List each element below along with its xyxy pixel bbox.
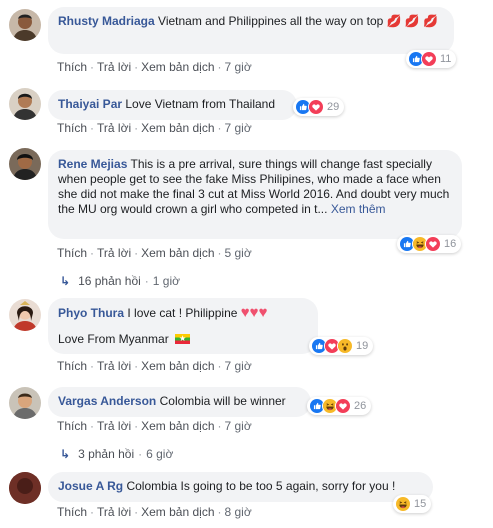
see-more-link[interactable]: Xem thêm bbox=[331, 202, 386, 216]
translate-link[interactable]: Xem bản dịch bbox=[141, 359, 214, 373]
view-replies-link[interactable]: ↳ 16 phản hồi · 1 giờ bbox=[60, 274, 180, 288]
heart-emoji-icon: ♥♥♥ bbox=[240, 304, 268, 321]
comment-time[interactable]: 7 giờ bbox=[225, 60, 252, 74]
reaction-summary[interactable]: 11 bbox=[406, 50, 457, 68]
like-link[interactable]: Thích bbox=[57, 246, 87, 260]
reaction-count: 11 bbox=[440, 53, 452, 65]
reaction-count: 26 bbox=[354, 400, 367, 412]
translate-link[interactable]: Xem bản dịch bbox=[141, 60, 214, 74]
comment-time[interactable]: 8 giờ bbox=[225, 505, 252, 519]
comment-author[interactable]: Rhusty Madriaga bbox=[58, 14, 155, 28]
like-link[interactable]: Thích bbox=[57, 419, 87, 433]
myanmar-flag-icon: ★ bbox=[175, 334, 191, 344]
comment-author[interactable]: Phyo Thura bbox=[58, 306, 124, 320]
avatar[interactable] bbox=[9, 88, 41, 120]
replies-time: 6 giờ bbox=[146, 447, 174, 461]
replies-count[interactable]: 3 phản hồi bbox=[78, 447, 134, 461]
comment-time[interactable]: 7 giờ bbox=[225, 121, 252, 135]
replies-count[interactable]: 16 phản hồi bbox=[78, 274, 141, 288]
comment-actions: Thích · Trả lời · Xem bản dịch · 7 giờ bbox=[57, 419, 252, 433]
comment-author[interactable]: Vargas Anderson bbox=[58, 394, 156, 408]
avatar[interactable] bbox=[9, 299, 41, 331]
love-icon bbox=[425, 236, 441, 252]
comment-time[interactable]: 7 giờ bbox=[225, 359, 252, 373]
comment-bubble: Phyo Thura I love cat ! Philippine ♥♥♥ L… bbox=[48, 298, 318, 354]
comment-text: Colombia will be winner bbox=[159, 394, 286, 408]
view-replies-link[interactable]: ↳ 3 phản hồi · 6 giờ bbox=[60, 447, 173, 461]
reply-link[interactable]: Trả lời bbox=[97, 246, 131, 260]
comment-actions: Thích · Trả lời · Xem bản dịch · 7 giờ bbox=[57, 121, 252, 135]
reply-arrow-icon: ↳ bbox=[60, 274, 71, 288]
comment-actions: Thích · Trả lời · Xem bản dịch · 7 giờ bbox=[57, 60, 252, 74]
like-link[interactable]: Thích bbox=[57, 121, 87, 135]
comment-text: I love cat ! Philippine bbox=[127, 306, 238, 320]
comment-author[interactable]: Rene Mejias bbox=[58, 157, 127, 171]
reply-link[interactable]: Trả lời bbox=[97, 419, 131, 433]
reply-link[interactable]: Trả lời bbox=[97, 359, 131, 373]
reaction-count: 15 bbox=[414, 498, 427, 510]
comment-text: Love Vietnam from Thailand bbox=[125, 97, 276, 111]
comment-text: Vietnam and Philippines all the way on t… bbox=[158, 14, 439, 28]
avatar[interactable] bbox=[9, 387, 41, 419]
comment-author[interactable]: Thaiyai Par bbox=[58, 97, 122, 111]
comment-bubble: Josue A Rg Colombia Is going to be too 5… bbox=[48, 472, 433, 502]
love-icon bbox=[335, 398, 351, 414]
avatar[interactable] bbox=[9, 9, 41, 41]
comment-actions: Thích · Trả lời · Xem bản dịch · 8 giờ bbox=[57, 505, 252, 519]
reply-link[interactable]: Trả lời bbox=[97, 121, 131, 135]
comment-actions: Thích · Trả lời · Xem bản dịch · 5 giờ bbox=[57, 246, 252, 260]
translate-link[interactable]: Xem bản dịch bbox=[141, 505, 214, 519]
reaction-summary[interactable]: 15 bbox=[393, 495, 432, 513]
comment-text: Colombia Is going to be too 5 again, sor… bbox=[126, 479, 396, 493]
comment-bubble: Rene Mejias This is a pre arrival, sure … bbox=[48, 150, 462, 239]
comment-bubble: Thaiyai Par Love Vietnam from Thailand bbox=[48, 90, 297, 120]
translate-link[interactable]: Xem bản dịch bbox=[141, 121, 214, 135]
like-link[interactable]: Thích bbox=[57, 60, 87, 74]
comment-time[interactable]: 5 giờ bbox=[225, 246, 252, 260]
reaction-summary[interactable]: 29 bbox=[293, 98, 345, 116]
reaction-count: 29 bbox=[327, 101, 340, 113]
translate-link[interactable]: Xem bản dịch bbox=[141, 246, 214, 260]
avatar[interactable] bbox=[9, 148, 41, 180]
reply-link[interactable]: Trả lời bbox=[97, 60, 131, 74]
reaction-count: 19 bbox=[356, 340, 369, 352]
comment-actions: Thích · Trả lời · Xem bản dịch · 7 giờ bbox=[57, 359, 252, 373]
like-link[interactable]: Thích bbox=[57, 505, 87, 519]
comment-bubble: Rhusty Madriaga Vietnam and Philippines … bbox=[48, 7, 454, 54]
replies-time: 1 giờ bbox=[152, 274, 181, 288]
translate-link[interactable]: Xem bản dịch bbox=[141, 419, 214, 433]
love-icon bbox=[308, 99, 324, 115]
reply-link[interactable]: Trả lời bbox=[97, 505, 131, 519]
haha-icon bbox=[395, 496, 411, 512]
reaction-summary[interactable]: 26 bbox=[307, 397, 372, 415]
reaction-summary[interactable]: 19 bbox=[309, 337, 374, 355]
reaction-count: 16 bbox=[444, 238, 457, 250]
comment-text-line2: Love From Myanmar bbox=[58, 332, 169, 346]
wow-icon bbox=[337, 338, 353, 354]
like-link[interactable]: Thích bbox=[57, 359, 87, 373]
comment-author[interactable]: Josue A Rg bbox=[58, 479, 123, 493]
comment-bubble: Vargas Anderson Colombia will be winner bbox=[48, 387, 311, 417]
love-icon bbox=[421, 51, 437, 67]
reply-arrow-icon: ↳ bbox=[60, 447, 71, 461]
reaction-summary[interactable]: 16 bbox=[397, 235, 462, 253]
comment-time[interactable]: 7 giờ bbox=[225, 419, 252, 433]
avatar[interactable] bbox=[9, 472, 41, 504]
